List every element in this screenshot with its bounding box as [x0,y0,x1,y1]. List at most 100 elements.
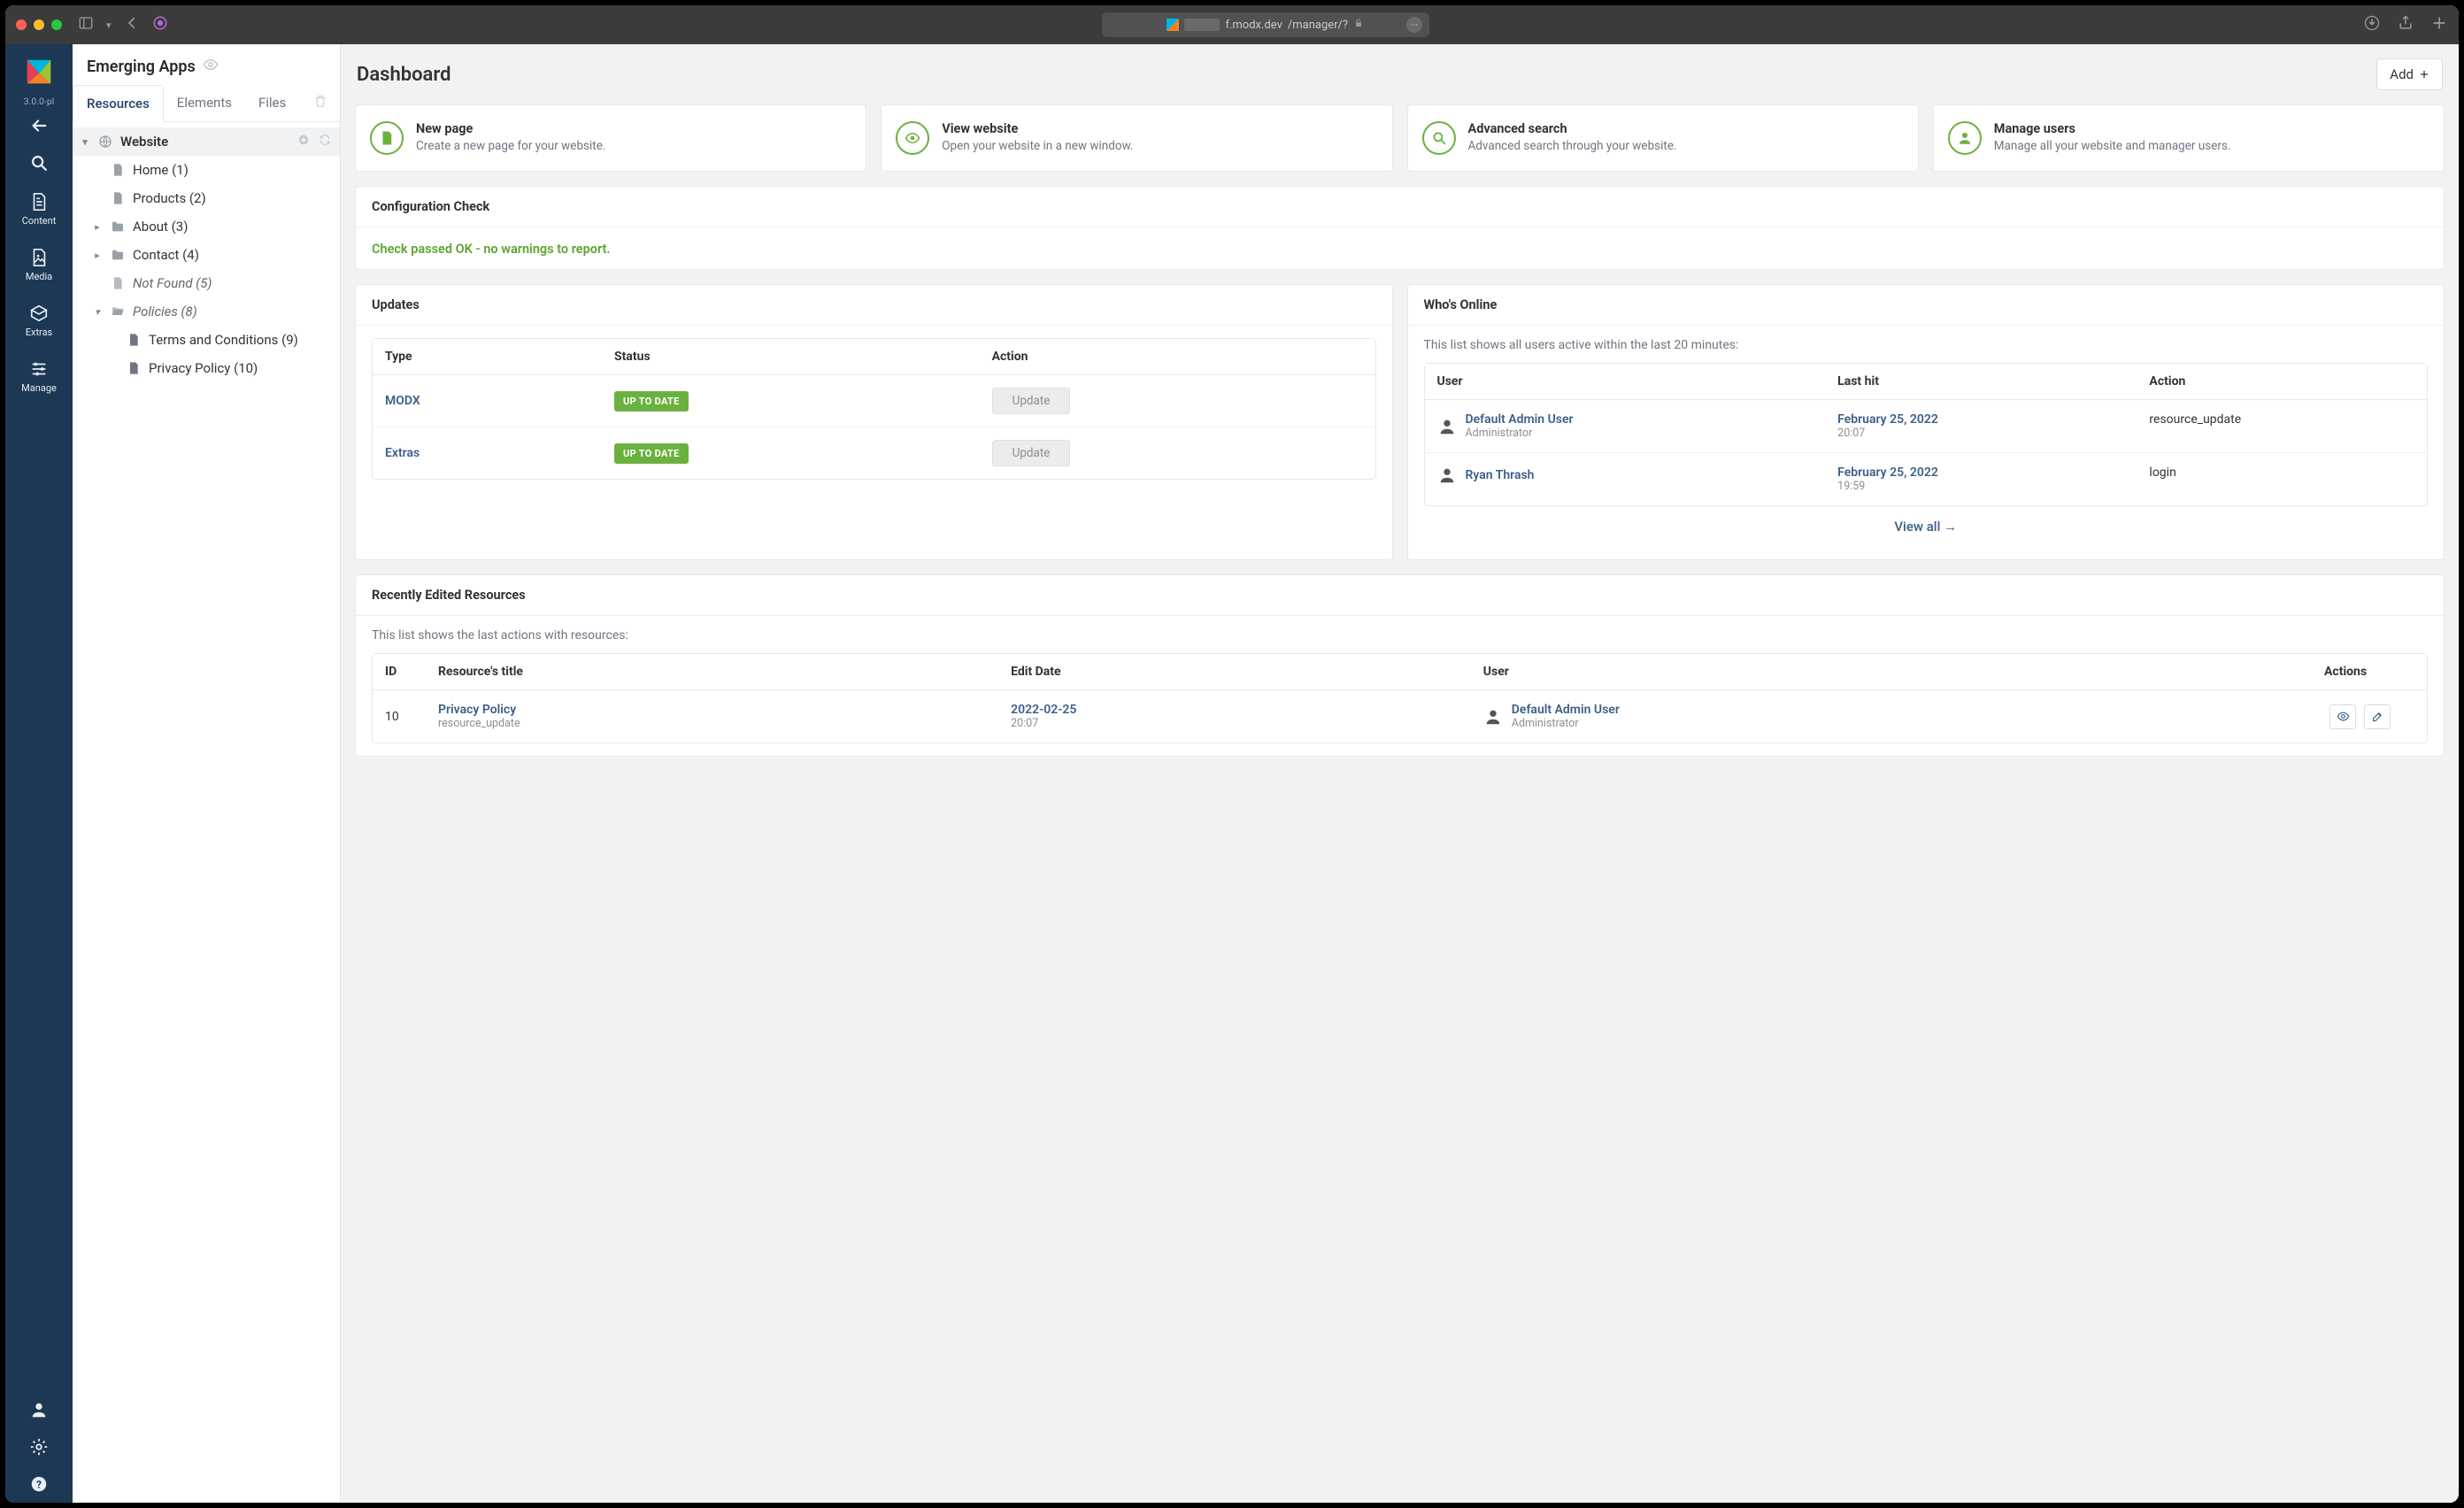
tree-root-website[interactable]: ▾ Website [73,127,340,156]
user-icon [1948,121,1982,155]
tab-files[interactable]: Files [245,85,299,120]
nav-settings-button[interactable] [5,1428,73,1466]
window-controls[interactable] [16,19,62,30]
nav-content-button[interactable]: Content [5,181,73,237]
minimize-window-icon[interactable] [34,19,44,30]
view-all-link[interactable]: View all → [1424,506,2429,547]
share-icon[interactable] [2397,14,2414,35]
col-action: Action [980,339,1375,375]
trash-icon[interactable] [313,94,327,112]
chevron-down-icon[interactable]: ▾ [92,306,103,318]
search-icon [1422,121,1456,155]
file-icon [126,333,142,347]
file-icon [110,191,126,205]
downloads-icon[interactable] [2363,14,2381,35]
tab-resources[interactable]: Resources [73,85,164,122]
maximize-window-icon[interactable] [51,19,62,30]
nav-manage-button[interactable]: Manage [5,349,73,404]
status-badge: UP TO DATE [614,443,689,464]
nav-user-button[interactable] [5,1391,73,1428]
nav-back-button[interactable] [5,107,73,144]
url-path: /manager/? [1288,19,1348,32]
lock-icon [1353,18,1364,32]
chevron-down-icon[interactable]: ▾ [106,19,112,31]
page-actions-icon[interactable]: ··· [1406,17,1422,33]
plus-icon [2419,69,2429,80]
whos-online-title: Who's Online [1408,285,2445,326]
col-user: User [1471,654,2312,690]
edit-resource-button[interactable] [2364,704,2391,729]
svg-text:?: ? [36,1479,42,1491]
update-button[interactable]: Update [992,388,1071,414]
col-lasthit: Last hit [1825,364,2137,400]
eye-icon [896,121,929,155]
page-title: Dashboard [357,64,450,86]
tree-node-home[interactable]: Home (1) [73,156,340,184]
card-manage-users[interactable]: Manage usersManage all your website and … [1933,104,2445,172]
file-icon [110,276,126,290]
card-view-website[interactable]: View websiteOpen your website in a new w… [881,104,1392,172]
nav-extras-button[interactable]: Extras [5,293,73,349]
tree-node-contact[interactable]: ▸Contact (4) [73,241,340,269]
tree-node-products[interactable]: Products (2) [73,184,340,212]
col-status: Status [602,339,980,375]
sidebar-toggle-icon[interactable] [78,15,94,35]
updates-panel: Updates Type Status Action MODX [355,284,1393,560]
nav-media-button[interactable]: Media [5,237,73,293]
table-row: 10 Privacy Policyresource_update 2022-02… [373,690,2427,742]
visibility-icon[interactable] [203,57,219,77]
new-tab-icon[interactable] [2430,14,2448,35]
status-badge: UP TO DATE [614,391,689,412]
modx-logo-icon[interactable] [22,57,56,90]
avatar-icon [1437,465,1457,485]
version-label: 3.0.0-pl [24,96,55,107]
col-action: Action [2137,364,2427,400]
tree-node-policies[interactable]: ▾Policies (8) [73,297,340,326]
card-new-page[interactable]: New pageCreate a new page for your websi… [355,104,866,172]
resource-tree-panel: Emerging Apps Resources Elements Files ▾… [73,44,341,1503]
add-resource-icon[interactable] [297,134,310,150]
recent-resources-hint: This list shows the last actions with re… [372,628,2428,642]
tree-node-privacy[interactable]: Privacy Policy (10) [73,354,340,382]
config-check-title: Configuration Check [356,187,2444,227]
whos-online-panel: Who's Online This list shows all users a… [1407,284,2445,560]
close-window-icon[interactable] [16,19,27,30]
table-row: MODX UP TO DATE Update [373,375,1375,427]
add-button[interactable]: Add [2376,58,2443,90]
col-user: User [1425,364,1826,400]
folder-icon [110,248,126,262]
config-check-status: Check passed OK - no warnings to report. [372,242,611,257]
shield-icon[interactable] [152,15,168,35]
folder-open-icon [110,304,126,319]
tab-elements[interactable]: Elements [164,85,245,120]
col-type: Type [373,339,602,375]
nav-rail: 3.0.0-pl Content Media Extras Manage ? [5,44,73,1503]
update-button[interactable]: Update [992,440,1071,466]
site-name: Emerging Apps [87,58,196,76]
chevron-right-icon[interactable]: ▸ [92,250,103,261]
folder-icon [110,219,126,234]
online-table: User Last hit Action Default Admin UserA… [1424,363,2429,506]
view-resource-button[interactable] [2329,704,2356,729]
back-icon[interactable] [124,15,140,35]
url-host: f.modx.dev [1225,19,1282,32]
nav-help-button[interactable]: ? [5,1466,73,1503]
updates-table: Type Status Action MODX UP TO DATE Updat… [372,338,1376,480]
url-redacted [1184,19,1220,31]
col-actions: Actions [2312,654,2427,690]
globe-icon [97,135,113,149]
chevron-right-icon[interactable]: ▸ [92,221,103,233]
avatar-icon [1483,707,1503,727]
file-plus-icon [370,121,404,155]
tree-node-about[interactable]: ▸About (3) [73,212,340,241]
nav-search-button[interactable] [5,144,73,181]
chevron-down-icon[interactable]: ▾ [80,136,90,148]
card-advanced-search[interactable]: Advanced searchAdvanced search through y… [1407,104,1919,172]
tree-node-terms[interactable]: Terms and Conditions (9) [73,326,340,354]
address-bar[interactable]: f.modx.dev/manager/? ··· [1102,12,1429,37]
whos-online-hint: This list shows all users active within … [1424,338,2429,352]
resource-tree: ▾ Website Home (1) Products (2) ▸About (… [73,122,340,388]
refresh-icon[interactable] [319,134,331,150]
tree-node-notfound[interactable]: Not Found (5) [73,269,340,297]
file-icon [126,361,142,375]
